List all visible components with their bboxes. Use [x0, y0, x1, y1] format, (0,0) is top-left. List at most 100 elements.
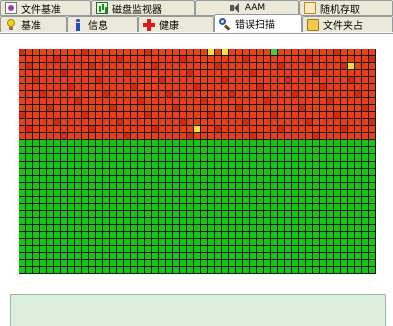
scan-block	[40, 70, 47, 78]
scan-block	[292, 147, 299, 155]
scan-block	[138, 133, 145, 141]
scan-block	[173, 147, 180, 155]
scan-block	[313, 196, 320, 204]
scan-block	[26, 259, 33, 267]
scan-block	[124, 91, 131, 99]
scan-block	[306, 140, 313, 148]
scan-block	[369, 70, 376, 78]
scan-block	[145, 126, 152, 134]
scan-block	[54, 147, 61, 155]
scan-block	[208, 112, 215, 120]
scan-block	[229, 245, 236, 253]
scan-block	[341, 49, 348, 57]
scan-block	[236, 189, 243, 197]
scan-block	[47, 245, 54, 253]
scan-block	[355, 189, 362, 197]
scan-block	[68, 175, 75, 183]
scan-block	[33, 189, 40, 197]
scan-block	[257, 147, 264, 155]
scan-block	[61, 217, 68, 225]
scan-block	[54, 56, 61, 64]
scan-block	[75, 126, 82, 134]
scan-block	[152, 210, 159, 218]
scan-block	[292, 105, 299, 113]
scan-block	[362, 49, 369, 57]
tab-folder-usage[interactable]: 文件夹占	[302, 16, 393, 32]
tab-health[interactable]: 健康	[138, 16, 214, 32]
scan-block	[222, 154, 229, 162]
scan-block	[320, 154, 327, 162]
scan-block	[166, 259, 173, 267]
scan-block	[306, 182, 313, 190]
scan-block	[313, 175, 320, 183]
tab-row-top: 文件基准 磁盘监视器 AAM 随机存取	[0, 0, 393, 16]
scan-block	[68, 49, 75, 57]
scan-block	[250, 252, 257, 260]
scan-block	[40, 245, 47, 253]
scan-block	[348, 63, 355, 71]
scan-block	[355, 238, 362, 246]
scan-block	[236, 182, 243, 190]
scan-block	[124, 168, 131, 176]
scan-block	[96, 154, 103, 162]
scan-block	[68, 63, 75, 71]
scan-block	[194, 175, 201, 183]
scan-block	[180, 98, 187, 106]
scan-block	[355, 210, 362, 218]
scan-block	[75, 119, 82, 127]
scan-block	[152, 161, 159, 169]
scan-block	[229, 112, 236, 120]
scan-block	[320, 133, 327, 141]
scan-block	[334, 217, 341, 225]
scan-block	[334, 175, 341, 183]
scan-block	[19, 217, 26, 225]
scan-block	[82, 168, 89, 176]
scan-block	[348, 210, 355, 218]
scan-block	[110, 168, 117, 176]
scan-block	[313, 224, 320, 232]
scan-block	[82, 140, 89, 148]
scan-block	[320, 266, 327, 274]
scan-block	[229, 252, 236, 260]
scan-block	[96, 266, 103, 274]
tab-disk-monitor[interactable]: 磁盘监视器	[91, 0, 195, 16]
scan-block	[264, 238, 271, 246]
scan-block	[26, 224, 33, 232]
scan-block	[68, 126, 75, 134]
scan-block	[103, 63, 110, 71]
scan-block	[222, 70, 229, 78]
scan-block	[187, 224, 194, 232]
tab-benchmark[interactable]: 基准	[0, 16, 67, 32]
scan-block	[285, 259, 292, 267]
scan-block	[334, 119, 341, 127]
scan-block	[54, 175, 61, 183]
tab-info[interactable]: 信息	[67, 16, 138, 32]
scan-block	[229, 224, 236, 232]
scan-block	[131, 126, 138, 134]
scan-block	[250, 119, 257, 127]
tab-file-benchmark[interactable]: 文件基准	[0, 0, 91, 16]
scan-block	[257, 77, 264, 85]
scan-block	[243, 112, 250, 120]
scan-block	[299, 105, 306, 113]
scan-block	[229, 147, 236, 155]
scan-block	[61, 91, 68, 99]
scan-block	[117, 154, 124, 162]
scan-block	[229, 161, 236, 169]
scan-block	[131, 245, 138, 253]
scan-block	[320, 63, 327, 71]
scan-block	[166, 105, 173, 113]
scan-block	[278, 154, 285, 162]
scan-block	[327, 259, 334, 267]
scan-block	[313, 161, 320, 169]
scan-block	[306, 98, 313, 106]
scan-block	[369, 147, 376, 155]
scan-block	[243, 105, 250, 113]
tab-error-scan[interactable]: 错误扫描	[214, 14, 302, 32]
scan-block	[264, 84, 271, 92]
scan-block	[96, 175, 103, 183]
tab-random-access[interactable]: 随机存取	[299, 0, 393, 16]
scan-block	[341, 266, 348, 274]
scan-block	[264, 63, 271, 71]
scan-block	[362, 168, 369, 176]
